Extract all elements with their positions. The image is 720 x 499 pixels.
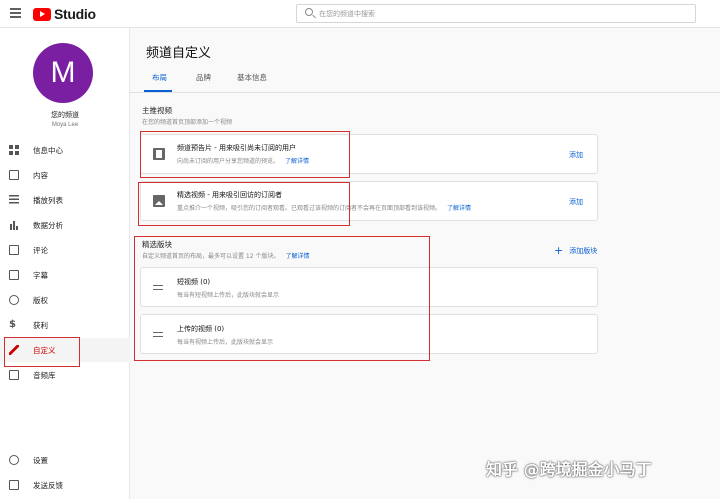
trailer-desc-text: 向尚未订阅的用户分享您频道的预览。 bbox=[177, 158, 280, 165]
channel-trailer-card: 频道预告片 - 用来吸引尚未订阅的用户 向尚未订阅的用户分享您频道的预览。 了解详… bbox=[140, 134, 598, 174]
watermark: 知乎 @跨境掘金小马丁 bbox=[486, 460, 652, 479]
main-content: 频道自定义 布局 品牌 基本信息 主推视频 在您的频道首页顶部添加一个视频 频道… bbox=[130, 28, 720, 499]
add-section-button[interactable]: + 添加版块 bbox=[554, 244, 597, 257]
page-title: 频道自定义 bbox=[146, 46, 212, 61]
tabs-divider bbox=[130, 92, 720, 93]
gear-icon bbox=[9, 455, 19, 465]
sidebar: M 您的频道 Moya Lee 信息中心 内容 播放列表 数据分析 评论 字幕 … bbox=[0, 28, 130, 499]
hamburger-icon[interactable] bbox=[10, 8, 21, 18]
sidebar-item-settings[interactable]: 设置 bbox=[0, 448, 130, 472]
add-section-label: 添加版块 bbox=[569, 247, 598, 255]
tab-layout[interactable]: 布局 bbox=[152, 72, 167, 83]
subtitles-icon bbox=[9, 270, 19, 280]
search-box[interactable] bbox=[296, 4, 696, 23]
learn-more-link[interactable]: 了解详情 bbox=[285, 253, 309, 260]
sidebar-item-analytics[interactable]: 数据分析 bbox=[0, 213, 130, 237]
section-card[interactable]: 上传的视频 (0) 每当有视频上传后，此版块就会显示 bbox=[140, 314, 598, 354]
sidebar-item-label: 获利 bbox=[33, 321, 48, 330]
sidebar-item-label: 数据分析 bbox=[33, 221, 63, 230]
sidebar-item-label: 字幕 bbox=[33, 271, 48, 280]
sidebar-item-label: 发送反馈 bbox=[33, 481, 63, 490]
learn-more-link[interactable]: 了解详情 bbox=[447, 205, 471, 212]
section-title: 短视频 (0) bbox=[177, 278, 211, 286]
sections-subtitle-text: 自定义频道首页的布局，最多可以设置 12 个版块。 bbox=[142, 253, 280, 260]
plus-icon: + bbox=[554, 244, 564, 257]
sidebar-item-content[interactable]: 内容 bbox=[0, 163, 130, 187]
film-icon bbox=[153, 148, 165, 160]
sidebar-item-subtitles[interactable]: 字幕 bbox=[0, 263, 130, 287]
youtube-logo-icon bbox=[33, 7, 51, 21]
channel-username: Moya Lee bbox=[51, 122, 79, 128]
drag-handle-icon[interactable] bbox=[153, 282, 163, 294]
tab-branding[interactable]: 品牌 bbox=[196, 72, 211, 83]
add-trailer-button[interactable]: 添加 bbox=[569, 150, 583, 160]
content-icon bbox=[9, 170, 19, 180]
sidebar-item-customization[interactable]: 自定义 bbox=[0, 338, 130, 362]
featured-title: 精选视频 - 用来吸引回访的订阅者 bbox=[177, 191, 282, 199]
dashboard-icon bbox=[9, 145, 19, 155]
dollar-icon: $ bbox=[9, 319, 16, 330]
sidebar-item-label: 播放列表 bbox=[33, 196, 63, 205]
sidebar-item-label: 设置 bbox=[33, 456, 48, 465]
section-desc: 每当有短视频上传后，此版块就会显示 bbox=[177, 292, 280, 299]
tab-basic-info[interactable]: 基本信息 bbox=[237, 72, 267, 83]
sidebar-item-comments[interactable]: 评论 bbox=[0, 238, 130, 262]
analytics-icon bbox=[9, 220, 19, 230]
sidebar-item-label: 自定义 bbox=[33, 346, 56, 355]
studio-logo[interactable]: Studio bbox=[33, 6, 96, 22]
featured-video-card: 精选视频 - 用来吸引回访的订阅者 重点推介一个视频，吸引您的订阅者观看。已观看… bbox=[140, 181, 598, 221]
sidebar-item-dashboard[interactable]: 信息中心 bbox=[0, 138, 130, 162]
featured-video-subtitle: 在您的频道首页顶部添加一个视频 bbox=[142, 119, 233, 126]
learn-more-link[interactable]: 了解详情 bbox=[285, 158, 309, 165]
sidebar-item-audio-library[interactable]: 音频库 bbox=[0, 363, 130, 387]
featured-desc: 重点推介一个视频，吸引您的订阅者观看。已观看过该视频的订阅者不会再在页面顶部看到… bbox=[177, 203, 471, 212]
sidebar-item-label: 版权 bbox=[33, 296, 48, 305]
feedback-icon bbox=[9, 480, 19, 490]
trailer-title: 频道预告片 - 用来吸引尚未订阅的用户 bbox=[177, 144, 296, 152]
sidebar-item-label: 音频库 bbox=[33, 371, 56, 380]
trailer-desc: 向尚未订阅的用户分享您频道的预览。 了解详情 bbox=[177, 156, 309, 165]
search-icon bbox=[305, 8, 313, 16]
search-input[interactable] bbox=[319, 7, 679, 20]
section-desc: 每当有视频上传后，此版块就会显示 bbox=[177, 339, 274, 346]
sidebar-item-label: 评论 bbox=[33, 246, 48, 255]
channel-name: 您的频道 bbox=[51, 111, 79, 119]
image-icon bbox=[153, 195, 165, 207]
comments-icon bbox=[9, 245, 19, 255]
sidebar-item-copyright[interactable]: 版权 bbox=[0, 288, 130, 312]
sections-subtitle: 自定义频道首页的布局，最多可以设置 12 个版块。 了解详情 bbox=[142, 251, 309, 260]
featured-desc-text: 重点推介一个视频，吸引您的订阅者观看。已观看过该视频的订阅者不会再在页面顶部看到… bbox=[177, 205, 442, 212]
section-title: 上传的视频 (0) bbox=[177, 325, 225, 333]
copyright-icon bbox=[9, 295, 19, 305]
sections-title: 精选版块 bbox=[142, 240, 172, 249]
sidebar-item-feedback[interactable]: 发送反馈 bbox=[0, 473, 130, 497]
featured-video-title: 主推视频 bbox=[142, 106, 172, 115]
sidebar-item-monetization[interactable]: $ 获利 bbox=[0, 313, 130, 337]
drag-handle-icon[interactable] bbox=[153, 329, 163, 341]
sidebar-item-label: 信息中心 bbox=[33, 146, 63, 155]
audio-library-icon bbox=[9, 370, 19, 380]
sidebar-item-playlists[interactable]: 播放列表 bbox=[0, 188, 130, 212]
customize-icon bbox=[9, 345, 19, 355]
section-card[interactable]: 短视频 (0) 每当有短视频上传后，此版块就会显示 bbox=[140, 267, 598, 307]
avatar[interactable]: M bbox=[33, 43, 93, 103]
sidebar-item-label: 内容 bbox=[33, 171, 48, 180]
playlist-icon bbox=[9, 195, 19, 205]
logo-text: Studio bbox=[54, 6, 96, 22]
add-featured-button[interactable]: 添加 bbox=[569, 197, 583, 207]
top-bar: Studio bbox=[0, 0, 720, 28]
